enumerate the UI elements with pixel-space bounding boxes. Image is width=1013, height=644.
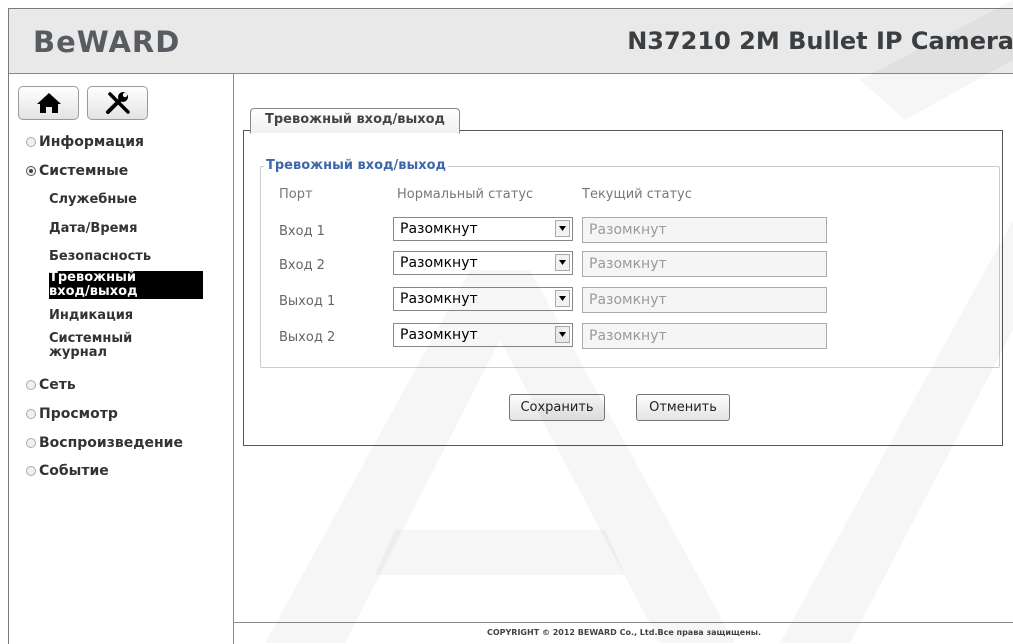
home-button[interactable] — [18, 86, 79, 120]
alarm-io-fieldset: Тревожный вход/выход Порт Нормальный ста… — [260, 158, 1000, 368]
beward-logo: BeWARD — [33, 25, 181, 59]
column-header-port: Порт — [279, 187, 313, 202]
sidebar-subitem-label-line2: журнал — [49, 345, 107, 360]
cancel-button[interactable]: Отменить — [636, 394, 730, 421]
current-status-field: Разомкнут — [582, 217, 827, 243]
select-value: Разомкнут — [400, 327, 478, 343]
tab-alarm-io[interactable]: Тревожный вход/выход — [250, 108, 461, 134]
camera-web-ui: BeWARD N37210 2M Bullet IP Camera Информ… — [8, 8, 1013, 644]
sidebar-item-system[interactable]: Системные — [26, 163, 128, 179]
normal-status-select[interactable]: Разомкнут — [393, 251, 573, 275]
port-label: Выход 1 — [279, 294, 336, 309]
radio-icon — [26, 438, 36, 448]
sidebar: Информация Системные Служебные Дата/Врем… — [9, 74, 234, 644]
radio-icon — [26, 380, 36, 390]
current-status-field: Разомкнут — [582, 251, 827, 277]
sidebar-subitem-label-line1: Тревожный — [49, 270, 136, 285]
column-header-normal-status: Нормальный статус — [397, 187, 534, 202]
sidebar-icon-buttons — [18, 86, 151, 120]
home-icon — [36, 93, 61, 113]
sidebar-item-network[interactable]: Сеть — [26, 377, 76, 393]
current-status-field: Разомкнут — [582, 287, 827, 313]
port-label: Выход 2 — [279, 330, 336, 345]
main-content: Тревожный вход/выход Тревожный вход/выхо… — [234, 74, 1013, 644]
sidebar-item-label: Системные — [39, 163, 129, 179]
sidebar-item-label: Просмотр — [39, 406, 118, 422]
select-value: Разомкнут — [400, 221, 478, 237]
sidebar-subitem-security[interactable]: Безопасность — [49, 250, 199, 264]
radio-icon — [26, 466, 36, 476]
select-value: Разомкнут — [400, 255, 478, 271]
section-title: Тревожный вход/выход — [264, 158, 449, 173]
column-header-current-status: Текущий статус — [582, 187, 692, 202]
port-label: Вход 1 — [279, 224, 325, 239]
sidebar-item-event[interactable]: Событие — [26, 463, 109, 479]
tools-icon — [105, 92, 130, 114]
sidebar-subitem-alarm-io[interactable]: Тревожный вход/выход — [49, 271, 203, 299]
sidebar-subitem-service[interactable]: Служебные — [49, 193, 199, 207]
sidebar-item-label: Информация — [39, 134, 144, 150]
sidebar-item-view[interactable]: Просмотр — [26, 406, 118, 422]
sidebar-item-label: Событие — [39, 463, 109, 479]
sidebar-subitem-datetime[interactable]: Дата/Время — [49, 222, 199, 236]
header-bar: BeWARD N37210 2M Bullet IP Camera — [9, 9, 1013, 74]
save-button[interactable]: Сохранить — [509, 394, 605, 421]
dropdown-arrow-icon[interactable] — [555, 220, 570, 237]
sidebar-subitem-label-line2: вход/выход — [49, 284, 138, 299]
port-label: Вход 2 — [279, 258, 325, 273]
select-value: Разомкнут — [400, 291, 478, 307]
sidebar-item-label: Сеть — [39, 377, 76, 393]
alarm-io-panel: Тревожный вход/выход Порт Нормальный ста… — [243, 130, 1003, 446]
sidebar-item-info[interactable]: Информация — [26, 134, 144, 150]
sidebar-item-label: Воспроизведение — [39, 435, 183, 451]
normal-status-select[interactable]: Разомкнут — [393, 217, 573, 241]
current-status-field: Разомкнут — [582, 323, 827, 349]
sidebar-item-playback[interactable]: Воспроизведение — [26, 435, 183, 451]
camera-model-title: N37210 2M Bullet IP Camera — [627, 27, 1013, 55]
dropdown-arrow-icon[interactable] — [555, 290, 570, 307]
dropdown-arrow-icon[interactable] — [555, 326, 570, 343]
sidebar-subitem-system-log[interactable]: Системный журнал — [49, 332, 199, 360]
normal-status-select[interactable]: Разомкнут — [393, 287, 573, 311]
radio-selected-icon — [26, 166, 36, 176]
copyright-footer: COPYRIGHT © 2012 BEWARD Co., Ltd.Все пра… — [234, 622, 1013, 644]
radio-icon — [26, 137, 36, 147]
normal-status-select[interactable]: Разомкнут — [393, 323, 573, 347]
sidebar-subitem-indication[interactable]: Индикация — [49, 309, 199, 323]
dropdown-arrow-icon[interactable] — [555, 254, 570, 271]
sidebar-subitem-label-line1: Системный — [49, 331, 133, 346]
settings-button[interactable] — [87, 86, 149, 120]
radio-icon — [26, 409, 36, 419]
